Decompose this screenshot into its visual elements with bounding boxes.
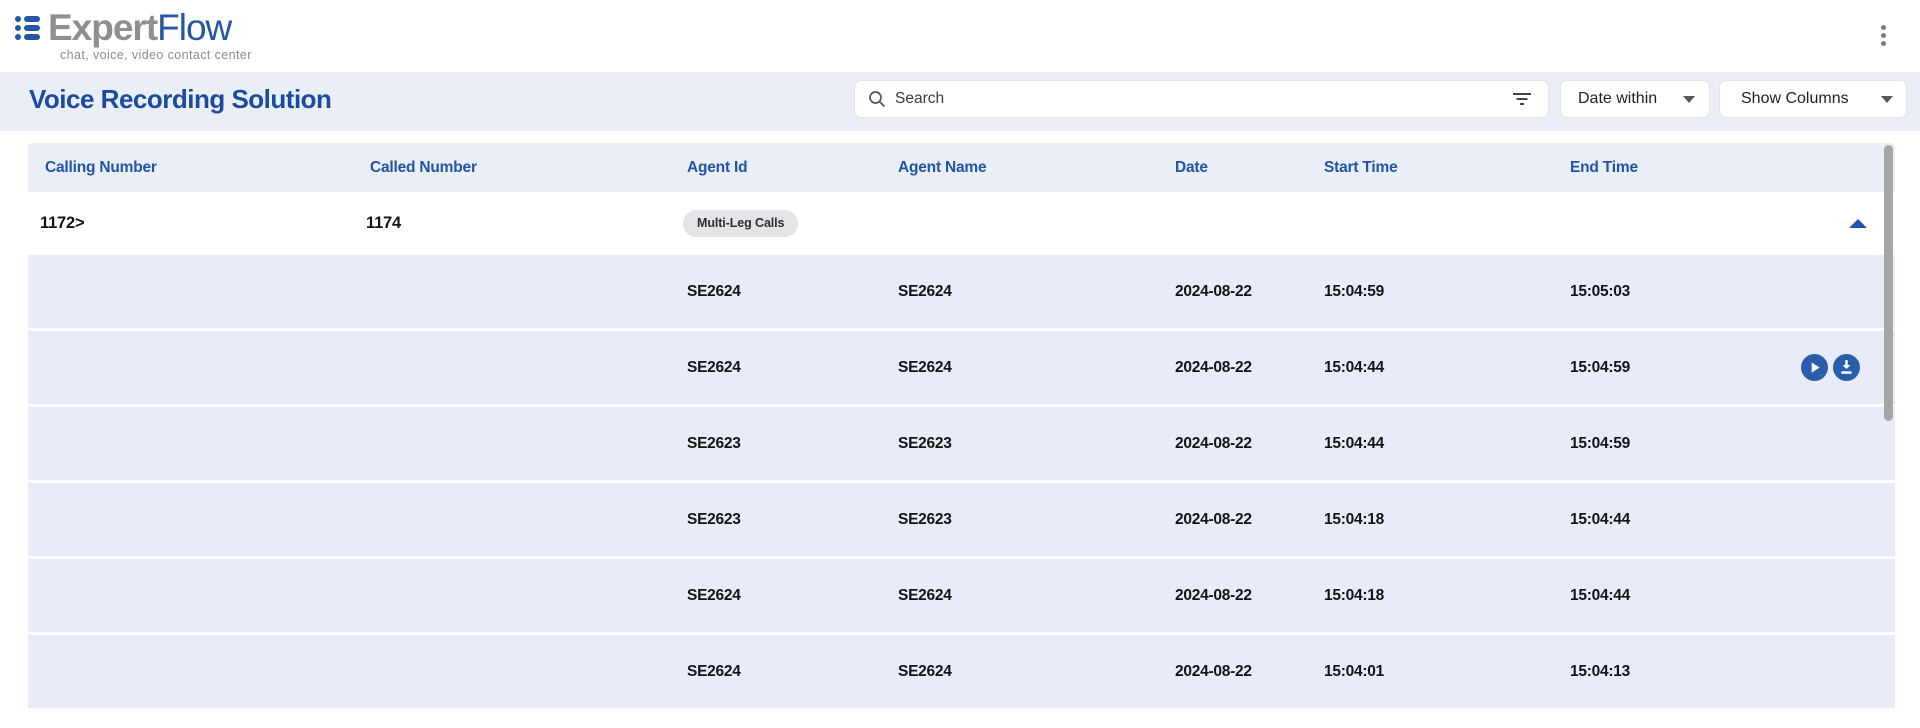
call-group-row[interactable]: 1172> 1174 Multi-Leg Calls [28,192,1895,255]
table-row[interactable]: SE2624 SE2624 2024-08-22 15:04:44 15:04:… [28,331,1895,404]
table-rows: SE2624 SE2624 2024-08-22 15:04:59 15:05:… [28,255,1895,711]
expertflow-logo: ExpertFlow chat, voice, video contact ce… [14,9,252,62]
col-header-called-number: Called Number [370,143,477,192]
col-header-calling-number: Calling Number [45,143,157,192]
filter-list-icon[interactable] [1512,92,1532,106]
search-box[interactable] [854,80,1549,118]
cell-agent-name: SE2624 [898,331,952,404]
cell-date: 2024-08-22 [1175,559,1252,632]
collapse-up-arrow-icon[interactable] [1849,219,1867,228]
cell-agent-name: SE2624 [898,255,952,328]
cell-agent-id: SE2624 [687,635,741,708]
cell-date: 2024-08-22 [1175,255,1252,328]
chevron-down-icon [1881,96,1893,103]
table-row[interactable]: SE2624 SE2624 2024-08-22 15:04:59 15:05:… [28,255,1895,328]
col-header-agent-name: Agent Name [898,143,986,192]
multi-leg-calls-badge: Multi-Leg Calls [683,210,798,237]
chevron-down-icon [1683,96,1695,103]
search-input[interactable] [895,90,1512,108]
page-title: Voice Recording Solution [29,84,331,115]
cell-end-time: 15:04:44 [1570,483,1630,556]
play-button[interactable] [1801,354,1828,381]
cell-start-time: 15:04:59 [1324,255,1384,328]
cell-date: 2024-08-22 [1175,483,1252,556]
cell-end-time: 15:04:44 [1570,559,1630,632]
table-row[interactable]: SE2624 SE2624 2024-08-22 15:04:01 15:04:… [28,635,1895,708]
cell-agent-id: SE2623 [687,483,741,556]
cell-agent-id: SE2624 [687,331,741,404]
cell-start-time: 15:04:01 [1324,635,1384,708]
download-button[interactable] [1833,354,1860,381]
cell-start-time: 15:04:44 [1324,331,1384,404]
col-header-agent-id: Agent Id [687,143,747,192]
app-header: ExpertFlow chat, voice, video contact ce… [0,0,1920,72]
cell-end-time: 15:04:59 [1570,407,1630,480]
cell-date: 2024-08-22 [1175,635,1252,708]
cell-agent-name: SE2624 [898,635,952,708]
cell-agent-id: SE2624 [687,255,741,328]
cell-agent-name: SE2623 [898,407,952,480]
brand-tagline: chat, voice, video contact center [60,48,252,62]
row-actions [1801,354,1860,381]
group-called-number: 1174 [366,192,401,255]
cell-start-time: 15:04:18 [1324,483,1384,556]
table-row[interactable]: SE2623 SE2623 2024-08-22 15:04:18 15:04:… [28,483,1895,556]
cell-start-time: 15:04:18 [1324,559,1384,632]
cell-agent-id: SE2623 [687,407,741,480]
logo-icon [14,12,44,44]
vertical-scrollbar[interactable] [1884,145,1893,421]
cell-agent-id: SE2624 [687,559,741,632]
cell-agent-name: SE2623 [898,483,952,556]
show-columns-dropdown[interactable]: Show Columns [1719,80,1907,118]
cell-end-time: 15:04:13 [1570,635,1630,708]
table-row[interactable]: SE2623 SE2623 2024-08-22 15:04:44 15:04:… [28,407,1895,480]
table-header-row: Calling Number Called Number Agent Id Ag… [28,143,1895,192]
voice-recording-screen: ExpertFlow chat, voice, video contact ce… [0,0,1920,728]
cell-date: 2024-08-22 [1175,407,1252,480]
date-within-dropdown[interactable]: Date within [1560,80,1710,118]
cell-date: 2024-08-22 [1175,331,1252,404]
col-header-end-time: End Time [1570,143,1638,192]
date-within-label: Date within [1578,90,1657,108]
group-calling-number: 1172> [40,192,84,255]
search-icon [868,90,886,108]
col-header-date: Date [1175,143,1208,192]
kebab-menu-icon[interactable] [1872,23,1894,47]
cell-end-time: 15:05:03 [1570,255,1630,328]
brand-name: ExpertFlow [48,9,231,47]
col-header-start-time: Start Time [1324,143,1398,192]
cell-agent-name: SE2624 [898,559,952,632]
show-columns-label: Show Columns [1741,90,1849,108]
recordings-table: Calling Number Called Number Agent Id Ag… [28,143,1895,728]
cell-start-time: 15:04:44 [1324,407,1384,480]
table-row[interactable]: SE2624 SE2624 2024-08-22 15:04:18 15:04:… [28,559,1895,632]
cell-end-time: 15:04:59 [1570,331,1630,404]
